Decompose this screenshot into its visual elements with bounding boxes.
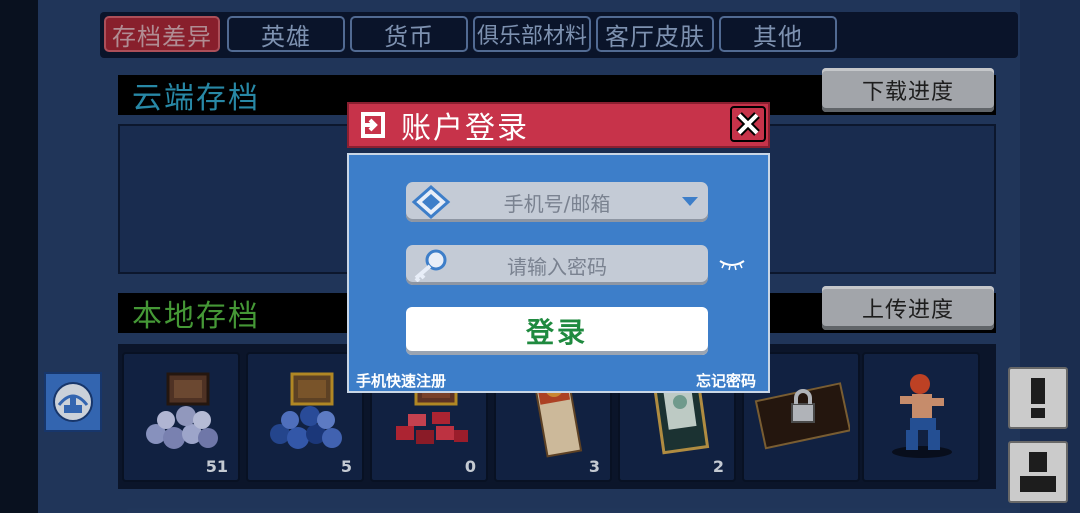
close-button[interactable] bbox=[730, 106, 766, 142]
password-field[interactable]: 请输入密码 bbox=[406, 245, 708, 285]
close-icon bbox=[736, 112, 760, 136]
login-icon bbox=[361, 112, 385, 138]
chevron-down-icon[interactable] bbox=[682, 197, 698, 206]
game-screen: 存档差异 英雄 货币 俱乐部材料 客厅皮肤 其他 云端存档 下载进度 本地存档 … bbox=[0, 0, 1080, 513]
password-placeholder: 请输入密码 bbox=[507, 254, 607, 279]
quick-register-link[interactable]: 手机快速注册 bbox=[356, 370, 446, 391]
forgot-password-link[interactable]: 忘记密码 bbox=[696, 370, 756, 391]
account-select[interactable]: 手机号/邮箱 bbox=[406, 182, 708, 222]
login-button[interactable]: 登录 bbox=[406, 307, 708, 355]
login-dialog-title: 账户登录 bbox=[401, 111, 529, 146]
login-dialog-header: 账户登录 bbox=[347, 102, 770, 148]
account-placeholder: 手机号/邮箱 bbox=[503, 191, 611, 216]
eye-closed-icon[interactable] bbox=[718, 256, 746, 272]
